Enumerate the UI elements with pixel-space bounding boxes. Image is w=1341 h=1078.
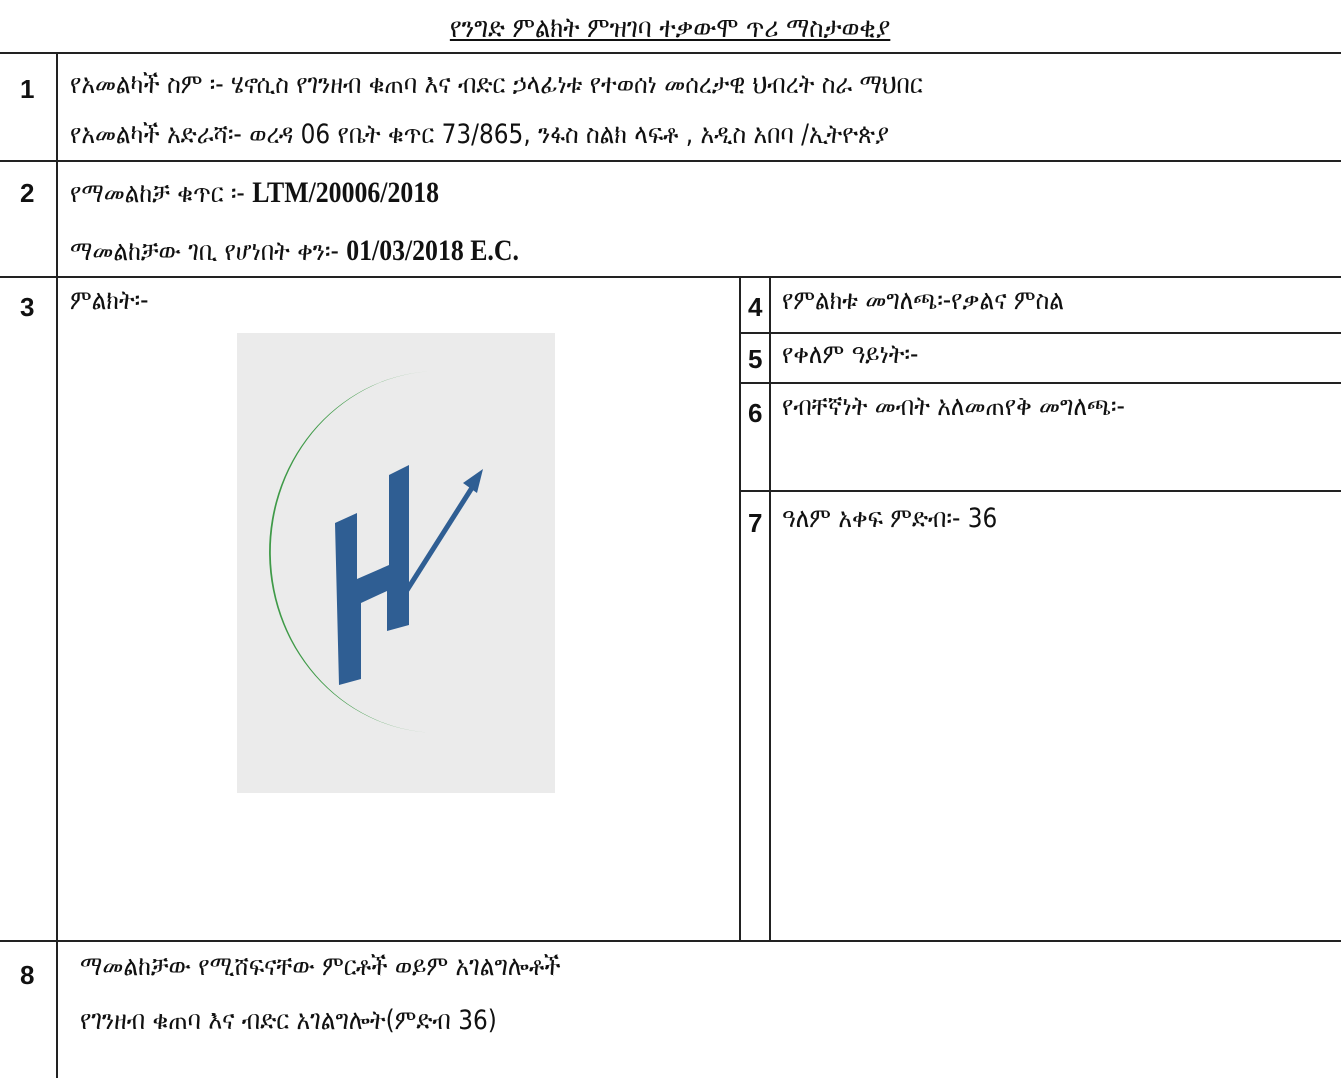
filing-date: ማመልከቻው ገቢ የሆነበት ቀን፡- 01/03/2018 E.C. <box>70 234 519 269</box>
rule-top-title <box>0 52 1341 54</box>
arrow-head <box>463 469 483 493</box>
blue-h-letter <box>335 465 409 685</box>
rule-row6 <box>739 490 1341 492</box>
row-number-3: 3 <box>20 292 35 322</box>
mark-description-value: የቃልና ምስል <box>951 285 1064 316</box>
international-class-value: 36 <box>967 503 998 534</box>
owner-address: የአመልካች አድራሻ፡- ወረዳ 06 የቤት ቁጥር 73/865, ንፋስ… <box>70 118 889 152</box>
filing-date-value: 01/03/2018 E.C. <box>346 234 519 267</box>
international-class-label: ዓለም አቀፍ ምድብ፡- <box>782 503 961 534</box>
mark-label: ምልክት፡- <box>70 285 149 316</box>
row-number-2: 2 <box>20 178 35 208</box>
disclaimer-statement: የብቸኛነት መብት አለመጠየቅ መግለጫ፡- <box>782 390 1125 424</box>
color-type-label: የቀለም ዓይነት፡- <box>782 339 919 370</box>
owner-address-value: ወረዳ 06 የቤት ቁጥር 73/865, ንፋስ ስልክ ላፍቶ , አዲስ… <box>249 119 889 150</box>
goods-services-label: ማመልከቻው የሚሸፍናቸው ምርቶች ወይም አገልግሎቶች <box>80 951 561 982</box>
rule-row4 <box>739 332 1341 334</box>
rule-row8 <box>0 940 1341 942</box>
trademark-notice: የንግድ ምልክት ምዝገባ ተቃውሞ ጥሪ ማስታወቂያ 1 የአመልካች ስ… <box>0 0 1341 1078</box>
application-number-value: LTM/20006/2018 <box>252 176 440 209</box>
trademark-logo <box>237 333 555 793</box>
owner-name-value: ሄኖሲስ የገንዘብ ቁጠባ እና ብድር ኃላፊነቱ የተወሰነ መሰረታዊ … <box>231 69 923 100</box>
notice-title-text: የንግድ ምልክት ምዝገባ ተቃውሞ ጥሪ ማስታወቂያ <box>450 11 891 44</box>
owner-address-label: የአመልካች አድራሻ፡- <box>70 119 242 150</box>
rule-row5 <box>739 382 1341 384</box>
arrow-shaft <box>399 481 478 600</box>
trademark-logo-graphic <box>269 371 483 734</box>
disclaimer-statement-label: የብቸኛነት መብት አለመጠየቅ መግለጫ፡- <box>782 391 1125 422</box>
application-number: የማመልከቻ ቁጥር ፡- LTM/20006/2018 <box>70 176 439 211</box>
color-type: የቀለም ዓይነት፡- <box>782 338 918 372</box>
rule-right-column <box>739 276 741 940</box>
row-number-5: 5 <box>748 344 763 374</box>
mark-description-label: የምልክቱ መግለጫ፡- <box>782 285 952 316</box>
row-number-7: 7 <box>748 508 763 538</box>
goods-services-value: የገንዘብ ቁጠባ እና ብድር አገልግሎት(ምድብ 36) <box>80 1005 497 1036</box>
row-number-1: 1 <box>20 74 35 104</box>
row-number-6: 6 <box>748 398 763 428</box>
rule-row1 <box>0 160 1341 162</box>
rule-number-column <box>56 52 58 1078</box>
owner-name: የአመልካች ስም ፡- ሄኖሲስ የገንዘብ ቁጠባ እና ብድር ኃላፊነቱ… <box>70 68 923 102</box>
mark-description: የምልክቱ መግለጫ፡-የቃልና ምስል <box>782 284 1064 318</box>
international-class: ዓለም አቀፍ ምድብ፡- 36 <box>782 502 997 536</box>
application-number-label: የማመልከቻ ቁጥር ፡- <box>70 178 245 209</box>
owner-name-label: የአመልካች ስም ፡- <box>70 69 224 100</box>
filing-date-label: ማመልከቻው ገቢ የሆነበት ቀን፡- <box>70 236 339 267</box>
rule-right-number-column <box>769 276 771 940</box>
rule-row2 <box>0 276 1341 278</box>
notice-title: የንግድ ምልክት ምዝገባ ተቃውሞ ጥሪ ማስታወቂያ <box>0 10 1341 46</box>
row-number-4: 4 <box>748 292 763 322</box>
row-number-8: 8 <box>20 960 35 990</box>
